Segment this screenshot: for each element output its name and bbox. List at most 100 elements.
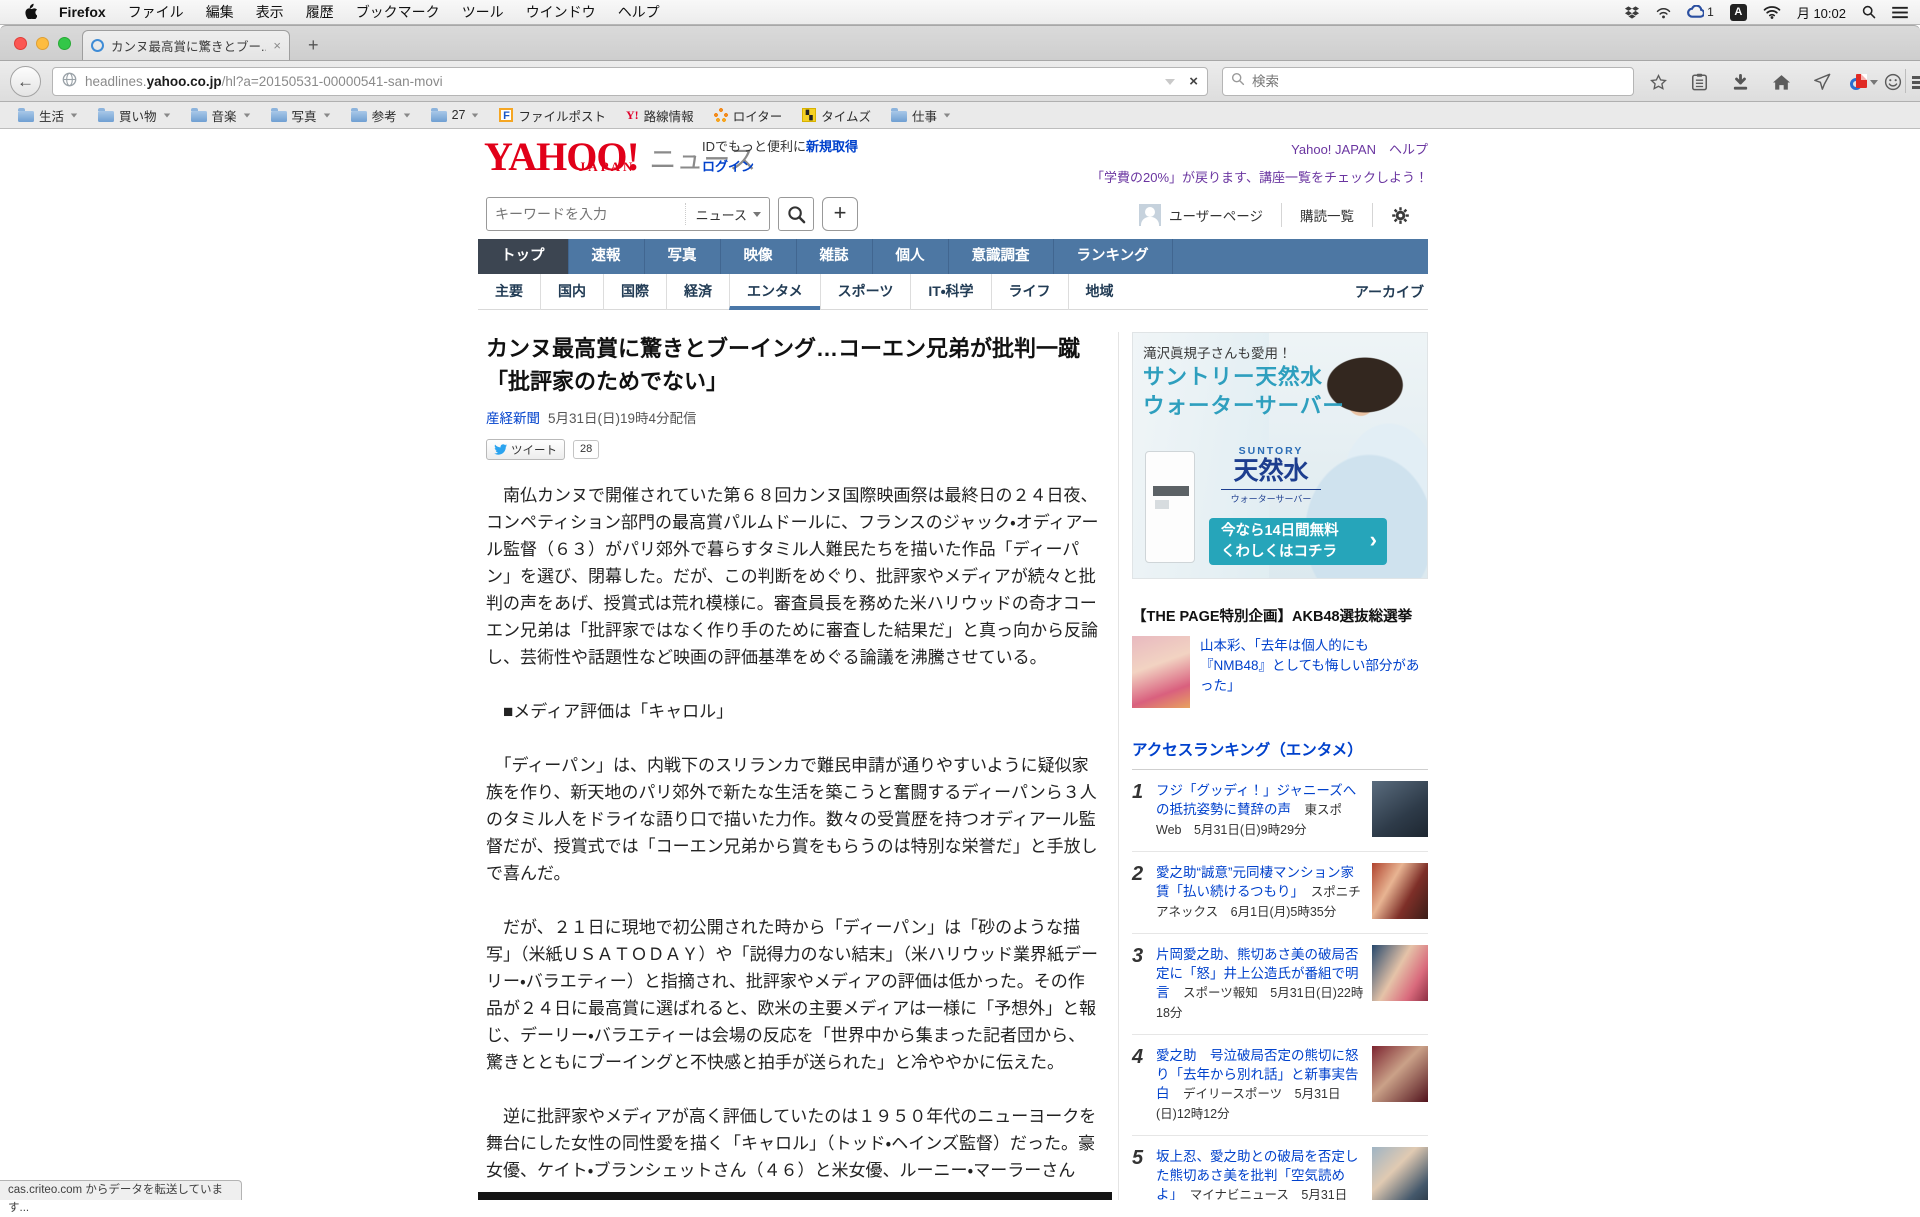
news-subnav-bar: 主要 国内 国際 経済 エンタメ スポーツ IT・科学 ライフ 地域 アーカイブ	[478, 274, 1428, 310]
ranking-thumbnail[interactable]	[1372, 1147, 1428, 1200]
tweet-count[interactable]: 28	[573, 440, 599, 459]
menu-view[interactable]: 表示	[245, 2, 295, 22]
ranking-thumbnail[interactable]	[1372, 945, 1428, 1001]
nav-tab-ranking[interactable]: ランキング	[1054, 239, 1173, 274]
subnav-keizai[interactable]: 経済	[666, 274, 729, 310]
ranking-thumbnail[interactable]	[1372, 781, 1428, 837]
subnav-chiiki[interactable]: 地域	[1068, 274, 1131, 310]
nav-tab-ishikichousa[interactable]: 意識調査	[949, 239, 1054, 274]
login-link[interactable]: ログイン	[702, 159, 754, 174]
tab-close-icon[interactable]: ×	[273, 38, 281, 53]
help-link[interactable]: ヘルプ	[1389, 142, 1428, 157]
subnav-life[interactable]: ライフ	[991, 274, 1068, 310]
menu-history[interactable]: 履歴	[295, 2, 345, 22]
pdf-dropdown-icon[interactable]	[1868, 69, 1880, 95]
bookmark-folder-kaimono[interactable]: 買い物	[90, 104, 179, 126]
nav-tab-kojin[interactable]: 個人	[873, 239, 949, 274]
promo-link[interactable]: 「学費の20%」が戻ります、講座一覧をチェックしよう！	[1091, 167, 1428, 189]
share-icon[interactable]	[1809, 69, 1835, 95]
ranking-item: 3 片岡愛之助、熊切あさ美の破局否定に「怒」井上公造氏が番組で明言 スポーツ報知…	[1132, 934, 1428, 1035]
ranking-thumbnail[interactable]	[1372, 863, 1428, 919]
menu-hamburger-icon[interactable]	[1908, 69, 1920, 95]
suntory-ad-banner[interactable]: 滝沢眞規子さんも愛用！ サントリー天然水ウォーターサーバー SUNTORY 天然…	[1132, 332, 1428, 579]
menu-bookmarks[interactable]: ブックマーク	[345, 2, 451, 22]
folder-icon	[351, 111, 367, 122]
new-tab-button[interactable]: +	[300, 35, 327, 56]
zoom-window-button[interactable]	[58, 37, 71, 50]
stop-loading-icon[interactable]: ×	[1183, 73, 1198, 90]
nav-tab-top[interactable]: トップ	[478, 239, 569, 274]
apple-menu-icon[interactable]	[12, 3, 48, 22]
feature-link[interactable]: 山本彩、「去年は個人的にも『NMB48』としても悔しい部分があった」	[1200, 636, 1428, 708]
bookmark-folder-sankou[interactable]: 参考	[343, 104, 419, 126]
tab-favicon-icon	[91, 39, 104, 52]
minimize-window-button[interactable]	[36, 37, 49, 50]
feature-thumbnail[interactable]	[1132, 636, 1190, 708]
bookmark-folder-seikatsu[interactable]: 生活	[10, 104, 86, 126]
menu-window[interactable]: ウインドウ	[515, 2, 607, 22]
tweet-button[interactable]: ツイート	[486, 439, 565, 460]
archive-link[interactable]: アーカイブ	[1355, 282, 1428, 302]
menubar-app-name[interactable]: Firefox	[48, 4, 117, 20]
yahoo-search-box[interactable]: ニュース	[486, 197, 770, 231]
downloads-icon[interactable]	[1727, 69, 1753, 95]
settings-gear-icon[interactable]	[1372, 203, 1428, 227]
creative-cloud-icon[interactable]: 1	[1687, 5, 1714, 19]
chevron-down-icon	[753, 212, 761, 217]
menu-file[interactable]: ファイル	[117, 2, 195, 22]
browser-search-input[interactable]	[1252, 74, 1625, 89]
article-source-link[interactable]: 産経新聞	[486, 411, 540, 426]
ranking-thumbnail[interactable]	[1372, 1046, 1428, 1102]
dropbox-icon[interactable]	[1624, 5, 1640, 20]
menu-tools[interactable]: ツール	[451, 2, 515, 22]
user-page-link[interactable]: ユーザーページ	[1121, 203, 1281, 227]
bookmark-folder-ongaku[interactable]: 音楽	[183, 104, 259, 126]
menu-extra-icon[interactable]	[1656, 6, 1671, 19]
close-window-button[interactable]	[14, 37, 27, 50]
url-bar[interactable]: headlines.yahoo.co.jp/hl?a=20150531-0000…	[52, 67, 1208, 96]
ad-cta-button[interactable]: 今なら14日間無料くわしくはコチラ ›	[1209, 518, 1387, 565]
yahoo-search-input[interactable]	[495, 206, 685, 222]
nav-tab-eizou[interactable]: 映像	[721, 239, 797, 274]
subnav-kokusai[interactable]: 国際	[603, 274, 666, 310]
subnav-kokunai[interactable]: 国内	[540, 274, 603, 310]
home-icon[interactable]	[1768, 69, 1794, 95]
bookmark-reuters[interactable]: ロイター	[706, 104, 791, 126]
bookmark-star-icon[interactable]	[1645, 69, 1671, 95]
nav-tab-shashin[interactable]: 写真	[645, 239, 721, 274]
subnav-entame[interactable]: エンタメ	[729, 274, 820, 310]
feedback-smiley-icon[interactable]	[1880, 69, 1906, 95]
browser-search-bar[interactable]	[1222, 67, 1634, 96]
pdf-converter-icon[interactable]	[1848, 69, 1868, 95]
menu-help[interactable]: ヘルプ	[607, 2, 671, 22]
signup-link[interactable]: 新規取得	[806, 139, 858, 154]
subnav-shuyou[interactable]: 主要	[478, 274, 540, 310]
menu-edit[interactable]: 編集	[195, 2, 245, 22]
bookmark-folder-shigoto[interactable]: 仕事	[883, 104, 959, 126]
wifi-icon[interactable]	[1763, 5, 1781, 19]
back-button[interactable]: ←	[10, 66, 41, 97]
bookmark-rosen-joho[interactable]: Y!路線情報	[618, 104, 702, 126]
nav-tab-sokuhou[interactable]: 速報	[569, 239, 645, 274]
spotlight-icon[interactable]	[1862, 5, 1876, 19]
subscriptions-link[interactable]: 購読一覧	[1281, 203, 1372, 227]
bookmark-times[interactable]: ▚タイムズ	[794, 104, 879, 126]
bookmark-filepost[interactable]: Fファイルポスト	[491, 104, 614, 126]
input-source-icon[interactable]: A	[1730, 4, 1747, 21]
browser-tab[interactable]: カンヌ最高賞に驚きとブー... ×	[82, 30, 290, 60]
menubar-clock[interactable]: 月 10:02	[1797, 3, 1846, 22]
bookmark-folder-shashin[interactable]: 写真	[263, 104, 339, 126]
subnav-sports[interactable]: スポーツ	[820, 274, 911, 310]
yahoo-japan-link[interactable]: Yahoo! JAPAN	[1291, 142, 1376, 157]
notification-center-icon[interactable]	[1892, 6, 1908, 19]
yahoo-search-button[interactable]	[778, 197, 814, 231]
bookmarks-sidebar-icon[interactable]	[1686, 69, 1712, 95]
ranking-item: 2 愛之助“誠意”元同棲マンション家賃「払い続けるつもり」 スポニチアネックス …	[1132, 852, 1428, 934]
nav-tab-zasshi[interactable]: 雑誌	[797, 239, 873, 274]
search-scope-select[interactable]: ニュース	[685, 203, 761, 225]
url-dropdown-icon[interactable]	[1165, 79, 1175, 85]
add-tab-button[interactable]: +	[822, 197, 858, 231]
subnav-it-kagaku[interactable]: IT・科学	[910, 274, 990, 310]
bookmark-folder-27[interactable]: 27	[423, 104, 488, 126]
feature-item[interactable]: 山本彩、「去年は個人的にも『NMB48』としても悔しい部分があった」	[1132, 636, 1428, 708]
